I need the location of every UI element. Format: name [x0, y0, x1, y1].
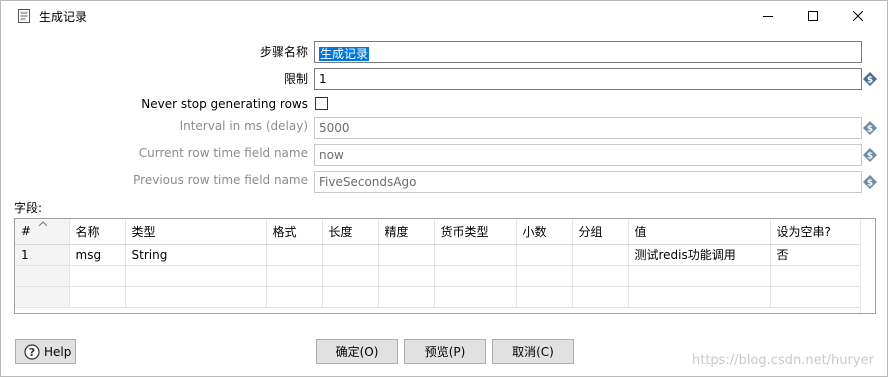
table-cell[interactable]: 否	[770, 244, 861, 266]
help-button[interactable]: ? Help	[15, 339, 76, 364]
table-header-row: # 名称 类型 格式 长度 精度 货币类型 小数 分组 值 设为空串?	[15, 219, 861, 245]
step-name-value: 生成记录	[319, 47, 370, 61]
minimize-button[interactable]	[745, 1, 791, 31]
preview-button[interactable]: 预览(P)	[404, 339, 486, 364]
table-cell[interactable]	[516, 244, 573, 266]
svg-text:$: $	[867, 152, 873, 162]
table-cell[interactable]: String	[125, 244, 267, 266]
column-header[interactable]: 精度	[378, 219, 435, 245]
title-bar: 生成记录	[1, 1, 887, 31]
sort-asc-icon	[39, 221, 47, 226]
limit-value: 1	[319, 72, 327, 86]
interval-input[interactable]: 5000	[314, 117, 862, 139]
column-header[interactable]: #	[15, 219, 70, 245]
table-row[interactable]: 1 msg String 测试redis功能调用 否	[15, 244, 861, 266]
cancel-button[interactable]: 取消(C)	[492, 339, 574, 364]
window-title: 生成记录	[39, 10, 88, 24]
column-header[interactable]: 值	[628, 219, 771, 245]
previous-row-time-value: FiveSecondsAgo	[319, 175, 417, 189]
table-cell[interactable]	[378, 244, 435, 266]
help-icon: ?	[24, 343, 40, 360]
help-label: Help	[44, 344, 72, 359]
ok-label: 确定(O)	[335, 345, 379, 359]
ok-button[interactable]: 确定(O)	[316, 339, 398, 364]
interval-value: 5000	[319, 121, 350, 135]
cancel-label: 取消(C)	[512, 345, 554, 359]
svg-text:$: $	[867, 76, 873, 86]
variable-icon[interactable]: $	[863, 175, 877, 189]
table-scrollbar[interactable]	[860, 219, 875, 313]
column-header[interactable]: 类型	[125, 219, 267, 245]
current-row-time-value: now	[319, 148, 344, 162]
table-cell[interactable]	[572, 244, 629, 266]
table-cell[interactable]: msg	[69, 244, 126, 266]
table-cell[interactable]: 1	[15, 244, 70, 266]
current-row-time-label: Current row time field name	[138, 146, 308, 160]
table-row-empty[interactable]	[15, 265, 861, 287]
variable-icon[interactable]: $	[863, 148, 877, 162]
watermark-text: https://blog.csdn.net/huryer	[692, 353, 874, 368]
variable-icon[interactable]: $	[863, 72, 877, 86]
document-icon	[18, 9, 30, 23]
table-cell[interactable]	[322, 244, 379, 266]
preview-label: 预览(P)	[424, 345, 466, 359]
step-name-label: 步骤名称	[259, 45, 308, 59]
dialog-window: 生成记录 步骤名称 生成记录 限制 1 $ Never stop generat…	[0, 0, 888, 377]
column-header[interactable]: 格式	[266, 219, 323, 245]
svg-text:?: ?	[29, 346, 35, 359]
previous-row-time-input[interactable]: FiveSecondsAgo	[314, 171, 862, 193]
limit-input[interactable]: 1	[314, 68, 862, 90]
previous-row-time-label: Previous row time field name	[133, 173, 308, 187]
table-row-empty[interactable]	[15, 286, 861, 308]
maximize-button[interactable]	[790, 1, 836, 31]
limit-label: 限制	[283, 72, 308, 86]
step-name-input[interactable]: 生成记录	[314, 41, 862, 63]
svg-text:$: $	[867, 179, 873, 189]
table-cell[interactable]	[266, 244, 323, 266]
never-stop-label: Never stop generating rows	[141, 97, 308, 111]
table-cell[interactable]	[434, 244, 517, 266]
minimize-icon	[763, 16, 773, 17]
svg-text:$: $	[867, 125, 873, 135]
fields-section-label: 字段:	[14, 201, 43, 215]
column-header[interactable]: 货币类型	[434, 219, 517, 245]
close-icon	[853, 11, 863, 21]
column-header[interactable]: 设为空串?	[770, 219, 861, 245]
current-row-time-input[interactable]: now	[314, 144, 862, 166]
interval-label: Interval in ms (delay)	[179, 119, 308, 133]
column-header[interactable]: 分组	[572, 219, 629, 245]
table-cell[interactable]: 测试redis功能调用	[628, 244, 771, 266]
fields-table[interactable]: # 名称 类型 格式 长度 精度 货币类型 小数 分组 值 设为空串? 1 ms…	[14, 218, 876, 314]
column-header[interactable]: 长度	[322, 219, 379, 245]
column-header[interactable]: 名称	[69, 219, 126, 245]
variable-icon[interactable]: $	[863, 121, 877, 135]
column-header[interactable]: 小数	[516, 219, 573, 245]
never-stop-checkbox[interactable]	[315, 97, 328, 110]
close-button[interactable]	[835, 1, 881, 31]
maximize-icon	[808, 11, 818, 21]
